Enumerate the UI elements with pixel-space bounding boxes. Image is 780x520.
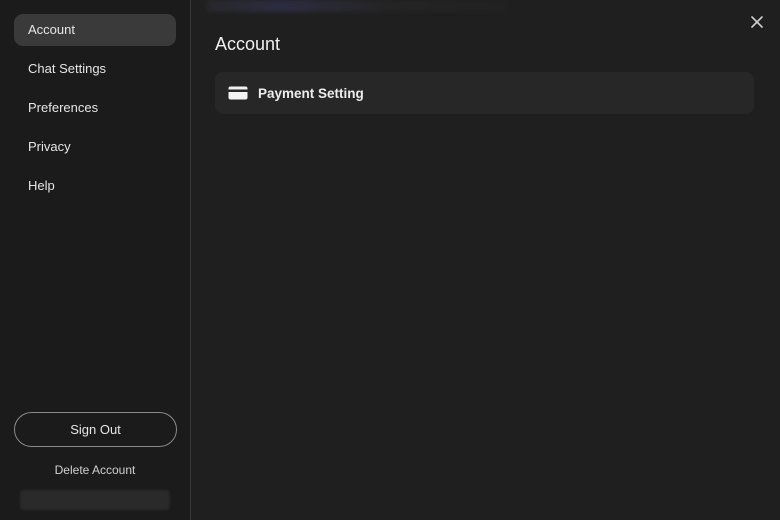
credit-card-icon: [228, 86, 248, 100]
payment-setting-row[interactable]: Payment Setting: [215, 72, 754, 114]
sidebar-item-preferences[interactable]: Preferences: [14, 92, 176, 124]
sign-out-button[interactable]: Sign Out: [14, 412, 177, 447]
settings-window: Account Chat Settings Preferences Privac…: [0, 0, 780, 520]
sidebar-item-privacy[interactable]: Privacy: [14, 131, 176, 163]
sidebar-item-help[interactable]: Help: [14, 170, 176, 202]
delete-account-link[interactable]: Delete Account: [0, 463, 190, 477]
sidebar-item-account[interactable]: Account: [14, 14, 176, 46]
sidebar-footer: Sign Out Delete Account: [0, 412, 190, 520]
main-panel: Account Payment Setting: [191, 0, 780, 520]
blurred-user-info: [20, 490, 170, 510]
blurred-background-strip: [207, 0, 507, 12]
close-icon[interactable]: [748, 13, 766, 31]
page-title: Account: [215, 34, 281, 54]
payment-setting-label: Payment Setting: [258, 85, 364, 101]
sidebar-item-chat-settings[interactable]: Chat Settings: [14, 53, 176, 85]
sidebar: Account Chat Settings Preferences Privac…: [0, 0, 191, 520]
